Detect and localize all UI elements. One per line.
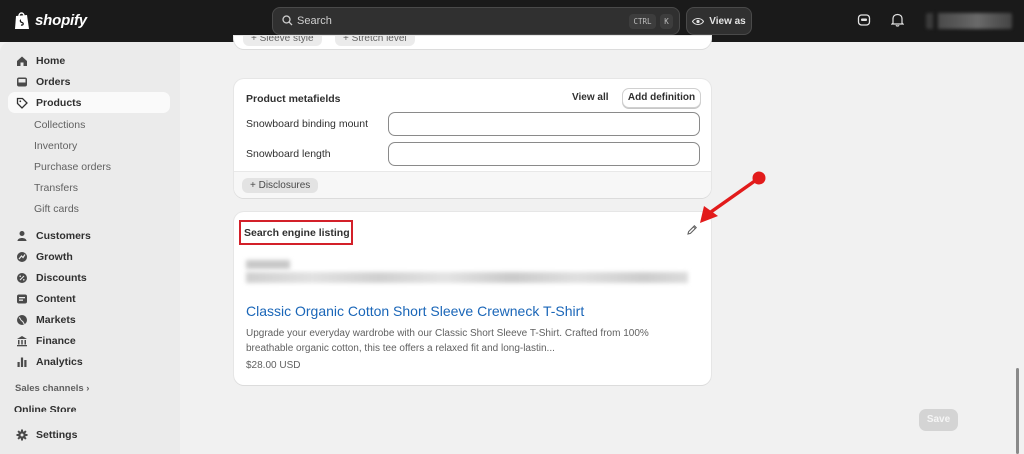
sidebar-item-online-store[interactable]: Online Store [14,404,114,412]
seo-preview-price: $28.00 USD [246,360,301,371]
sidebar-item-label: Content [36,292,76,305]
sleeve-style-chip[interactable]: + Sleeve style [243,36,322,46]
snowboard-length-input[interactable] [388,142,700,166]
snowboard-length-label: Snowboard length [246,148,331,160]
disclosures-chip[interactable]: + Disclosures [242,178,319,193]
bank-icon [16,335,28,347]
sidebar-item-label: Growth [36,250,73,263]
home-icon [16,55,28,67]
growth-icon [16,251,28,263]
product-metafields-card: Product metafields View all Add definiti… [234,79,711,198]
search-engine-listing-card: Search engine listing Classic Organic Co… [234,212,711,385]
eye-icon [692,17,705,25]
sidebar-item-label: Home [36,54,66,67]
sidebar-item-growth[interactable]: Growth [8,246,170,267]
binding-mount-input[interactable] [388,112,700,136]
view-as-button[interactable]: View as [686,7,752,35]
sidebar-item-content[interactable]: Content [8,288,170,309]
discount-icon [16,272,28,284]
sidebar-item-discounts[interactable]: Discounts [8,267,170,288]
scrollbar[interactable] [1016,368,1019,454]
sidebar-item-label: Finance [36,334,76,347]
bar-chart-icon [16,356,28,368]
sidebar-item-analytics[interactable]: Analytics [8,351,170,372]
account-avatar[interactable] [926,13,1012,29]
orders-icon [16,76,28,88]
sidebar: Home Orders Products Collections Invento… [0,42,180,454]
search-icon [282,15,293,26]
sidebar-subitem-inventory[interactable]: Inventory [34,140,77,152]
content-icon [16,293,28,305]
tag-icon [16,97,28,109]
seo-preview-description: Upgrade your everyday wardrobe with our … [246,328,649,354]
search-input[interactable]: Search CTRL K [272,7,680,35]
stretch-level-chip[interactable]: + Stretch level [335,36,415,46]
sidebar-item-finance[interactable]: Finance [8,330,170,351]
sidebar-item-products[interactable]: Products [8,92,170,113]
view-as-label: View as [709,15,746,27]
sidebar-item-label: Products [36,96,82,109]
view-all-link[interactable]: View all [572,92,609,103]
person-icon [16,230,28,242]
seo-preview-title[interactable]: Classic Organic Cotton Short Sleeve Crew… [246,303,584,319]
variants-card: + Sleeve style + Stretch level [234,36,711,49]
save-button[interactable]: Save [919,409,958,431]
sidekick-icon[interactable] [857,13,871,27]
seo-title: Search engine listing [244,227,350,239]
sidebar-item-customers[interactable]: Customers [8,225,170,246]
shopify-logo[interactable]: shopify [14,11,87,30]
sidebar-item-label: Discounts [36,271,87,284]
sidebar-subitem-purchase-orders[interactable]: Purchase orders [34,161,111,173]
shopify-bag-icon [15,12,29,29]
chevron-right-icon: › [86,383,90,394]
add-definition-button[interactable]: Add definition [622,88,701,108]
sales-channels-label: Sales channels [15,383,84,394]
sidebar-item-orders[interactable]: Orders [8,71,170,92]
metafields-footer: + Disclosures [234,171,711,198]
blurred-url [246,272,688,283]
globe-icon [16,314,28,326]
sidebar-item-settings[interactable]: Settings [8,424,170,445]
shortcut-ctrl-key: CTRL [629,14,656,29]
sidebar-item-label: Orders [36,75,71,88]
sidebar-item-label: Customers [36,229,91,242]
sidebar-item-label: Markets [36,313,76,326]
shortcut-k-key: K [660,14,673,29]
bell-icon[interactable] [891,13,904,27]
sidebar-subitem-transfers[interactable]: Transfers [34,182,78,194]
sidebar-subitem-gift-cards[interactable]: Gift cards [34,203,79,215]
sidebar-subitem-collections[interactable]: Collections [34,119,85,131]
blurred-store-name [246,260,290,269]
sidebar-item-label: Settings [36,428,78,441]
brand-name: shopify [35,12,87,29]
search-placeholder: Search [297,15,332,27]
metafields-title: Product metafields [246,93,341,105]
annotation-arrow [700,171,766,223]
binding-mount-label: Snowboard binding mount [246,118,369,130]
sidebar-item-label: Analytics [36,355,83,368]
gear-icon [16,429,28,441]
sidebar-item-markets[interactable]: Markets [8,309,170,330]
sidebar-item-home[interactable]: Home [8,50,170,71]
sidebar-item-label: Online Store [14,404,77,412]
sales-channels-heading[interactable]: Sales channels › [15,383,89,394]
